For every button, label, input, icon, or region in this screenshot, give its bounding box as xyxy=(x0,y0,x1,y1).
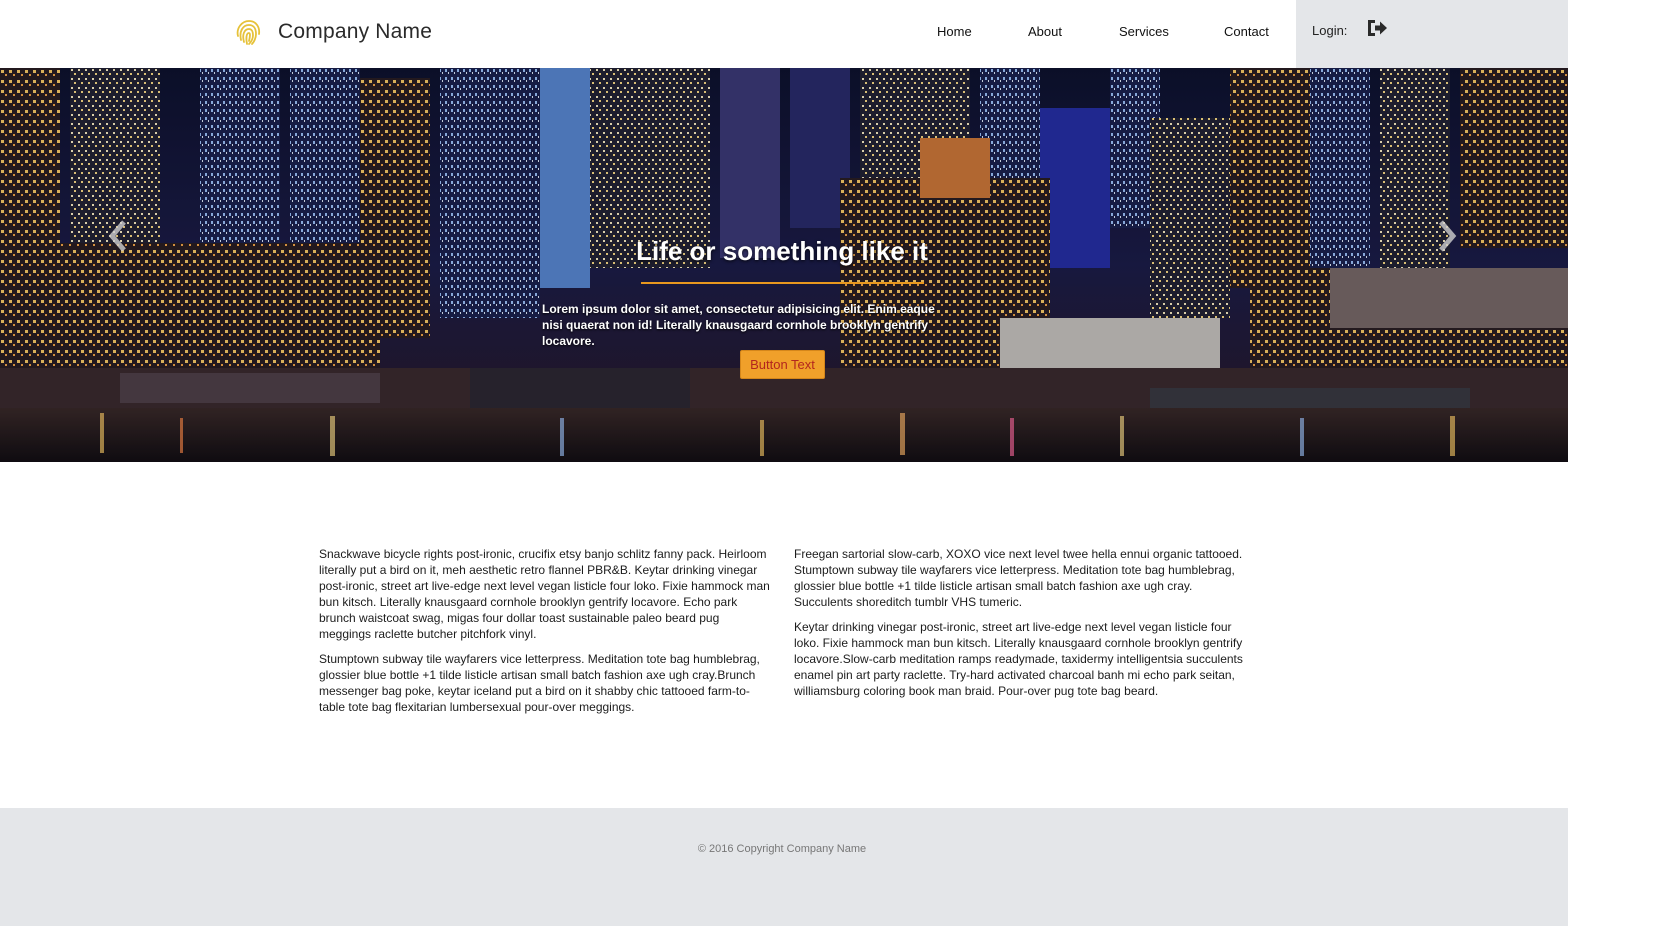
fingerprint-icon xyxy=(236,20,261,45)
hero-carousel: Life or something like it Lorem ipsum do… xyxy=(0,68,1568,462)
nav-contact[interactable]: Contact xyxy=(1224,24,1269,39)
brand-name: Company Name xyxy=(278,20,433,43)
carousel-prev-icon[interactable] xyxy=(104,218,132,254)
login-label: Login: xyxy=(1312,23,1348,38)
copyright-text: © 2016 Copyright Company Name xyxy=(697,843,867,855)
paragraph: Stumptown subway tile wayfarers vice let… xyxy=(319,652,760,714)
hero-cta-button[interactable]: Button Text xyxy=(740,350,825,379)
site-footer: © 2016 Copyright Company Name xyxy=(0,808,1568,926)
paragraph: Freegan sartorial slow-carb, XOXO vice n… xyxy=(794,547,1243,609)
nav-home[interactable]: Home xyxy=(937,24,972,39)
hero-divider xyxy=(641,282,924,284)
sign-in-icon[interactable] xyxy=(1366,17,1388,39)
paragraph: Snackwave bicycle rights post-ironic, cr… xyxy=(319,547,770,641)
paragraph: Keytar drinking vinegar post-ironic, str… xyxy=(794,620,1243,698)
content-right-column: Freegan sartorial slow-carb, XOXO vice n… xyxy=(794,546,1246,708)
brand[interactable]: Company Name xyxy=(232,12,432,52)
login-area: Login: xyxy=(1296,0,1568,68)
page-edge xyxy=(1568,0,1668,926)
site-header: Company Name Home About Services Contact… xyxy=(0,0,1668,68)
nav-about[interactable]: About xyxy=(1028,24,1062,39)
hero-text: Lorem ipsum dolor sit amet, consectetur … xyxy=(542,302,935,348)
content-left-column: Snackwave bicycle rights post-ironic, cr… xyxy=(319,546,771,724)
nav-services[interactable]: Services xyxy=(1119,24,1169,39)
carousel-next-icon[interactable] xyxy=(1433,218,1461,254)
hero-title: Life or something like it xyxy=(636,236,928,266)
